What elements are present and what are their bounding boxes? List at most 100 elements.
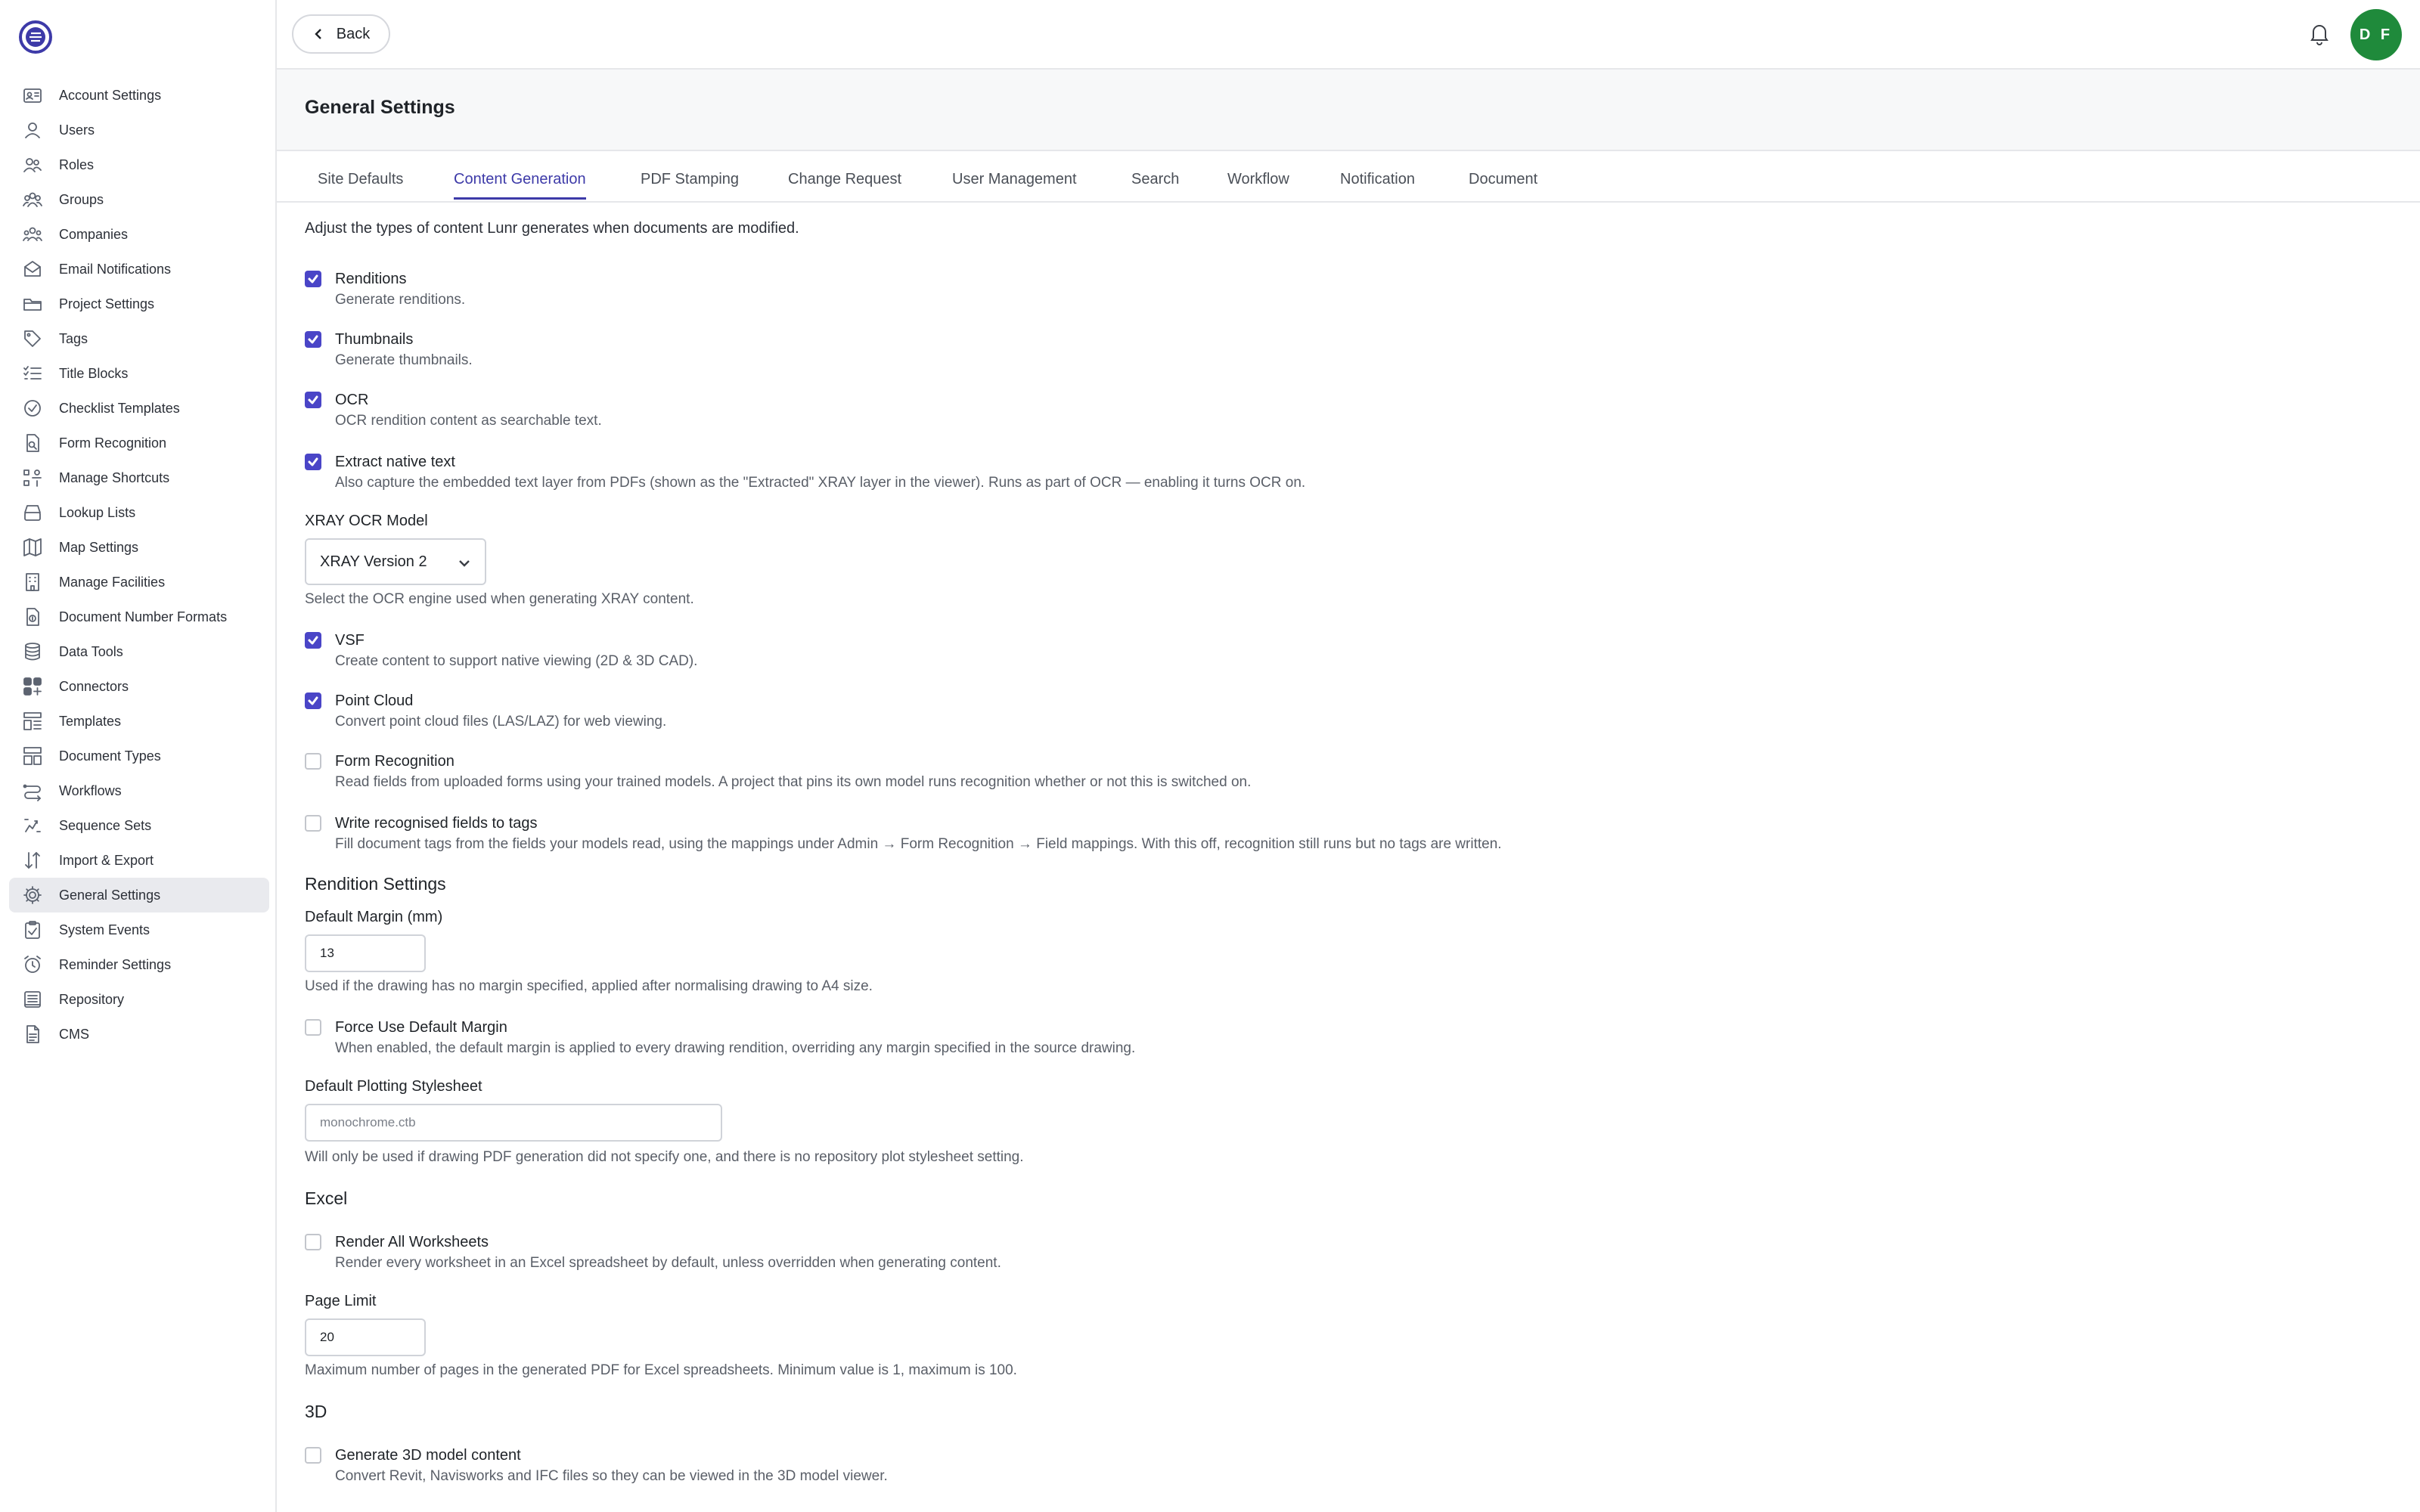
checked-checkbox[interactable]: [305, 271, 321, 287]
sidebar-item-cms[interactable]: CMS: [9, 1017, 269, 1052]
page-limit-input[interactable]: [305, 1318, 426, 1356]
tab-user-management[interactable]: User Management: [952, 171, 1077, 197]
sidebar-nav: Account Settings Users Roles Groups Companie…: [9, 78, 269, 1052]
sidebar-item-label: Templates: [59, 713, 122, 729]
companies-icon: [21, 223, 44, 246]
user-icon: [21, 119, 44, 141]
option-title[interactable]: Generate 3D model content: [335, 1445, 888, 1465]
sidebar-item-general-settings[interactable]: General Settings: [9, 878, 269, 912]
sidebar-item-account-settings[interactable]: Account Settings: [9, 78, 269, 113]
shortcuts-icon: [21, 466, 44, 489]
sidebar-item-label: Form Recognition: [59, 435, 167, 451]
sidebar-item-data-tools[interactable]: Data Tools: [9, 634, 269, 669]
sidebar-item-label: Workflows: [59, 782, 122, 798]
sidebar-item-manage-facilities[interactable]: Manage Facilities: [9, 565, 269, 600]
sidebar-item-companies[interactable]: Companies: [9, 217, 269, 252]
tab-site-defaults[interactable]: Site Defaults: [318, 171, 403, 197]
option-title[interactable]: Point Cloud: [335, 691, 666, 711]
sidebar-item-label: CMS: [59, 1026, 89, 1042]
sidebar-item-checklist-templates[interactable]: Checklist Templates: [9, 391, 269, 426]
page-title: General Settings: [305, 97, 455, 118]
option-text: Thumbnails Generate thumbnails.: [335, 330, 473, 370]
sidebar-item-tags[interactable]: Tags: [9, 321, 269, 356]
sidebar-item-project-settings[interactable]: Project Settings: [9, 287, 269, 321]
option-title[interactable]: Write recognised fields to tags: [335, 813, 1502, 833]
back-button-label: Back: [336, 25, 371, 42]
sidebar-item-label: Email Notifications: [59, 261, 172, 277]
option-title[interactable]: VSF: [335, 631, 697, 650]
extract-native-text-option: Extract native text Also capture the embe…: [305, 452, 1305, 493]
option-title[interactable]: Form Recognition: [335, 751, 1251, 771]
default-margin-help: Used if the drawing has no margin specif…: [305, 978, 873, 994]
stylesheet-input[interactable]: [305, 1104, 722, 1142]
xray-model-value: XRAY Version 2: [320, 553, 427, 570]
sidebar-item-label: Document Number Formats: [59, 609, 228, 624]
stylesheet-help: Will only be used if drawing PDF generat…: [305, 1149, 1024, 1165]
unchecked-checkbox[interactable]: [305, 1019, 321, 1036]
folder-icon: [21, 293, 44, 315]
tab-workflow[interactable]: Workflow: [1227, 171, 1289, 197]
sidebar-item-templates[interactable]: Templates: [9, 704, 269, 739]
option-title[interactable]: OCR: [335, 390, 602, 410]
sidebar-item-document-types[interactable]: Document Types: [9, 739, 269, 773]
generate-3d-option: Generate 3D model content Convert Revit, …: [305, 1445, 888, 1486]
sequence-icon: [21, 814, 44, 837]
option-description: Fill document tags from the fields your …: [335, 836, 1502, 852]
default-margin-input[interactable]: [305, 934, 426, 972]
tab-document[interactable]: Document: [1469, 171, 1537, 197]
checked-checkbox[interactable]: [305, 632, 321, 649]
back-button[interactable]: Back: [292, 14, 390, 54]
tab-change-request[interactable]: Change Request: [788, 171, 901, 197]
sidebar-item-workflows[interactable]: Workflows: [9, 773, 269, 808]
option-text: Form Recognition Read fields from uploade…: [335, 751, 1251, 792]
sidebar-item-email-notifications[interactable]: Email Notifications: [9, 252, 269, 287]
lunr-logo-icon[interactable]: [18, 20, 53, 54]
sidebar-item-repository[interactable]: Repository: [9, 982, 269, 1017]
tab-search[interactable]: Search: [1131, 171, 1179, 197]
settings-tabs: Site Defaults Content Generation PDF Stamp…: [277, 151, 2420, 203]
sidebar-item-sequence-sets[interactable]: Sequence Sets: [9, 808, 269, 843]
option-title[interactable]: Render All Worksheets: [335, 1232, 1001, 1252]
sidebar-item-users[interactable]: Users: [9, 113, 269, 147]
user-avatar[interactable]: D F: [2350, 9, 2402, 60]
sidebar-item-document-number-formats[interactable]: Document Number Formats: [9, 600, 269, 634]
sidebar-item-roles[interactable]: Roles: [9, 147, 269, 182]
tab-notification[interactable]: Notification: [1340, 171, 1415, 197]
unchecked-checkbox[interactable]: [305, 1234, 321, 1250]
option-title[interactable]: Renditions: [335, 269, 465, 289]
3d-heading: 3D: [305, 1402, 327, 1421]
write-fields-to-tags-option: Write recognised fields to tags Fill docu…: [305, 813, 1502, 854]
account-card-icon: [21, 84, 44, 107]
xray-model-select[interactable]: XRAY Version 2: [305, 538, 486, 585]
list-icon: [21, 362, 44, 385]
checked-checkbox[interactable]: [305, 454, 321, 470]
sidebar-item-system-events[interactable]: System Events: [9, 912, 269, 947]
renditions-option: Renditions Generate renditions.: [305, 269, 465, 310]
sidebar-item-map-settings[interactable]: Map Settings: [9, 530, 269, 565]
checked-checkbox[interactable]: [305, 331, 321, 348]
unchecked-checkbox[interactable]: [305, 753, 321, 770]
checked-checkbox[interactable]: [305, 692, 321, 709]
option-title[interactable]: Force Use Default Margin: [335, 1018, 1135, 1037]
option-description: When enabled, the default margin is appl…: [335, 1040, 1136, 1056]
unchecked-checkbox[interactable]: [305, 1447, 321, 1464]
sidebar-item-manage-shortcuts[interactable]: Manage Shortcuts: [9, 460, 269, 495]
notifications-bell-icon[interactable]: [2307, 20, 2335, 49]
sidebar-item-import-and-export[interactable]: Import & Export: [9, 843, 269, 878]
sidebar-item-form-recognition[interactable]: Form Recognition: [9, 426, 269, 460]
sidebar-item-reminder-settings[interactable]: Reminder Settings: [9, 947, 269, 982]
force-default-margin-option: Force Use Default Margin When enabled, th…: [305, 1018, 1135, 1058]
sidebar-item-title-blocks[interactable]: Title Blocks: [9, 356, 269, 391]
sidebar-item-label: Lookup Lists: [59, 504, 136, 520]
unchecked-checkbox[interactable]: [305, 815, 321, 832]
sidebar-item-lookup-lists[interactable]: Lookup Lists: [9, 495, 269, 530]
option-title[interactable]: Extract native text: [335, 452, 1305, 472]
thumbnails-option: Thumbnails Generate thumbnails.: [305, 330, 473, 370]
option-title[interactable]: Thumbnails: [335, 330, 473, 349]
sidebar-item-connectors[interactable]: Connectors: [9, 669, 269, 704]
checked-checkbox[interactable]: [305, 392, 321, 408]
tab-pdf-stamping[interactable]: PDF Stamping: [641, 171, 739, 197]
tab-content-generation[interactable]: Content Generation: [454, 171, 586, 200]
page-limit-label: Page Limit: [305, 1293, 377, 1309]
sidebar-item-groups[interactable]: Groups: [9, 182, 269, 217]
